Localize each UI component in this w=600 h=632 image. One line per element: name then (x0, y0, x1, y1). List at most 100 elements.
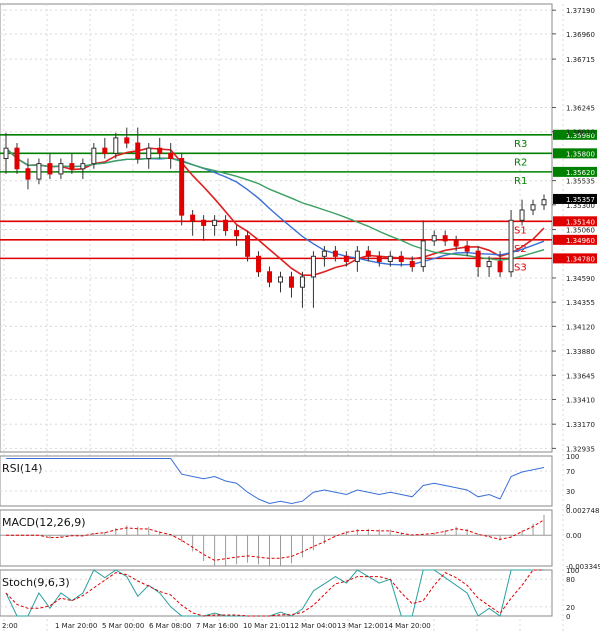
candle-body (541, 199, 547, 206)
candle-body (124, 137, 130, 144)
level-name-s3: S3 (514, 262, 527, 273)
indicator-tick-label: 0.00 (566, 532, 582, 540)
candle-body (256, 255, 262, 273)
indicator-tick-label: 80 (566, 576, 575, 584)
candle-body (420, 240, 426, 268)
candle-body (190, 214, 196, 221)
level-price-label: 1.34960 (566, 237, 595, 245)
candle-body (25, 168, 31, 180)
x-tick-label: 12 Mar 04:00 (290, 622, 337, 630)
candle-body (234, 230, 240, 237)
candle-body (223, 219, 229, 232)
candle-body (519, 209, 525, 221)
y-tick-label: 1.33645 (566, 372, 595, 380)
candle-body (530, 204, 536, 211)
indicator-tick-label: 100 (566, 567, 579, 575)
time-axis: 2:00 1 Mar 20:00 5 Mar 00:00 6 Mar 08:00 7 M… (2, 622, 431, 630)
candle-body (398, 255, 404, 262)
candle-body (299, 276, 305, 288)
candle-body (14, 147, 20, 170)
y-tick-label: 1.33170 (566, 421, 595, 429)
y-tick-label: 1.36715 (566, 56, 595, 64)
y-tick-label: 1.36245 (566, 105, 595, 113)
last-price-label: 1.35357 (566, 196, 595, 204)
x-tick-label: 6 Mar 08:00 (149, 622, 191, 630)
candle-body (310, 255, 316, 278)
candle-body (58, 163, 64, 175)
candle-body (80, 163, 86, 170)
level-price-label: 1.35620 (566, 169, 595, 177)
x-tick-label: 10 Mar 21:01 (243, 622, 290, 630)
indicator-tick-label: 30 (566, 488, 575, 496)
y-tick-label: 1.36960 (566, 31, 595, 39)
y-tick-label: 1.34355 (566, 299, 595, 307)
forex-chart: R31.35980R21.35800R11.35620S11.35140S21.… (0, 0, 600, 632)
candle-body (354, 250, 360, 262)
candle-body (3, 147, 9, 159)
candle-body (277, 276, 283, 283)
candle-body (102, 147, 108, 154)
y-tick-label: 1.34590 (566, 275, 595, 283)
level-price-label: 1.34780 (566, 255, 595, 263)
y-tick-label: 1.36010 (566, 129, 595, 137)
y-tick-label: 1.35535 (566, 178, 595, 186)
candle-body (387, 255, 393, 262)
y-tick-label: 1.34120 (566, 323, 595, 331)
indicator-frame (0, 455, 553, 507)
candle-body (168, 152, 174, 159)
indicator-title: MACD(12,26,9) (2, 516, 86, 529)
candle-body (212, 219, 218, 226)
candle-body (376, 255, 382, 262)
candle-body (453, 240, 459, 247)
indicator-tick-label: 100 (566, 453, 579, 461)
candle-body (179, 157, 185, 216)
indicator-tick-label: 0 (566, 613, 570, 621)
candle-body (442, 235, 448, 242)
candle-body (321, 250, 327, 257)
level-name-r1: R1 (514, 176, 527, 187)
indicator-tick-label: 0.002748 (566, 507, 599, 515)
candle-body (47, 163, 53, 175)
candle-body (431, 235, 437, 242)
level-price-label: 1.35800 (566, 150, 595, 158)
level-price-label: 1.35140 (566, 218, 595, 226)
y-tick-label: 1.33880 (566, 348, 595, 356)
candle-body (508, 219, 514, 273)
candle-body (497, 260, 503, 273)
y-tick-label: 1.35060 (566, 227, 595, 235)
candle-body (201, 219, 207, 226)
y-tick-label: 1.33410 (566, 396, 595, 404)
candle-body (288, 276, 294, 288)
level-name-s1: S1 (514, 225, 527, 236)
candle-body (69, 163, 75, 170)
candle-body (157, 147, 163, 154)
x-tick-label: 13 Mar 12:00 (337, 622, 384, 630)
x-tick-label: 5 Mar 00:00 (102, 622, 144, 630)
indicator-title: RSI(14) (2, 462, 42, 475)
indicator-tick-label: 70 (566, 468, 575, 476)
candle-body (267, 271, 273, 283)
candle-body (113, 137, 119, 154)
candle-body (332, 250, 338, 257)
level-name-r2: R2 (514, 157, 527, 168)
candle-body (146, 147, 152, 159)
indicator-panels: RSI(14) 100 70 30 0 MACD(12,26,9) 0.002748 0.00… (0, 453, 600, 621)
indicator-tick-label: 20 (566, 604, 575, 612)
y-tick-label: 1.37190 (566, 7, 595, 15)
candle-body (475, 250, 481, 268)
candle-body (409, 260, 415, 268)
candle-body (343, 255, 349, 262)
x-tick-label: 7 Mar 16:00 (196, 622, 238, 630)
candle-body (135, 142, 141, 159)
level-name-r3: R3 (514, 139, 527, 150)
candle-body (486, 260, 492, 268)
indicator-title: Stoch(9,6,3) (2, 576, 70, 589)
candle-body (91, 147, 97, 165)
x-tick-label: 2:00 (2, 622, 18, 630)
candle-body (36, 163, 42, 180)
x-tick-label: 14 Mar 20:00 (384, 622, 431, 630)
candle-body (464, 245, 470, 252)
candle-body (245, 235, 251, 257)
x-tick-label: 1 Mar 20:00 (55, 622, 97, 630)
candle-body (365, 250, 371, 257)
